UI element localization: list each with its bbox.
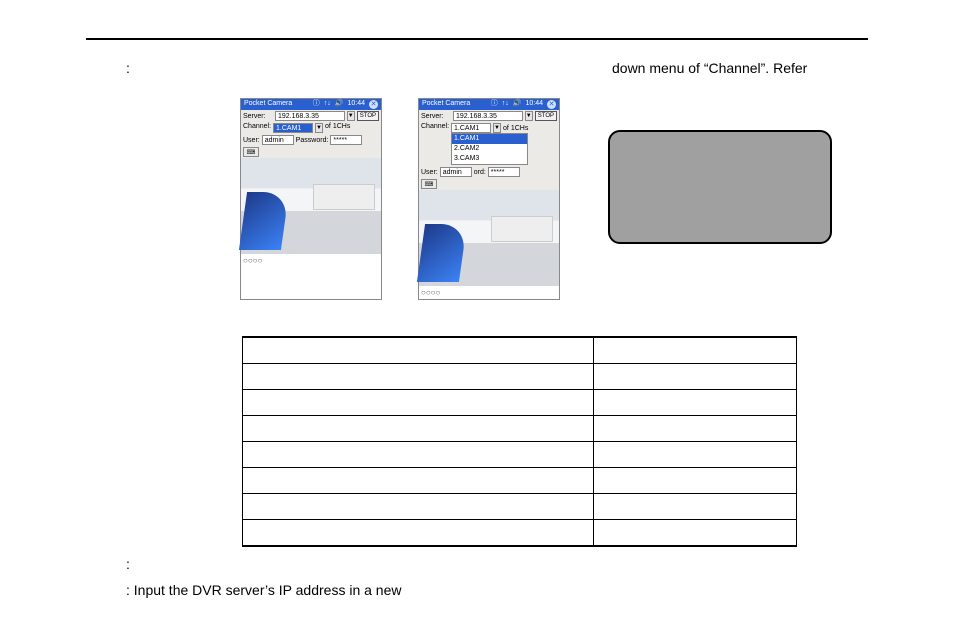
server-label: Server: xyxy=(421,113,451,120)
table-cell xyxy=(594,390,797,416)
video-preview xyxy=(241,158,381,254)
table-row xyxy=(243,494,797,520)
server-input[interactable]: 192.168.3.35 xyxy=(275,111,345,121)
password-label: ord: xyxy=(474,169,486,176)
table-cell xyxy=(243,520,594,546)
table-cell xyxy=(594,416,797,442)
screenshot-row: Pocket Camera ⓘ ↑↓ 🔊 10:44 ✕ Server: 192… xyxy=(240,98,560,300)
channel-row: Channel: 1.CAM1 ▼ of 1CHs xyxy=(241,122,381,134)
password-input[interactable]: ***** xyxy=(330,135,362,145)
video-foreground-object xyxy=(239,192,289,250)
keyboard-row: ⌨ xyxy=(241,146,381,158)
server-input[interactable]: 192.168.3.35 xyxy=(453,111,523,121)
video-foreground-object xyxy=(417,224,467,282)
pager-dots: ○○○○ xyxy=(419,286,559,299)
placeholder-gray-box xyxy=(608,130,832,244)
app-title: Pocket Camera xyxy=(422,100,470,108)
table-cell xyxy=(594,364,797,390)
video-background-shelf xyxy=(491,216,553,242)
table-cell xyxy=(243,390,594,416)
table-cell xyxy=(243,442,594,468)
channel-dropdown-icon[interactable]: ▼ xyxy=(493,123,501,133)
video-background-shelf xyxy=(313,184,375,210)
close-icon[interactable]: ✕ xyxy=(547,100,556,109)
user-row: User: admin ord: ***** xyxy=(419,166,559,178)
clock: 10:44 xyxy=(347,100,365,108)
volume-icon: 🔊 xyxy=(513,100,522,108)
channel-option-3[interactable]: 3.CAM3 xyxy=(452,154,527,164)
close-icon[interactable]: ✕ xyxy=(369,100,378,109)
channel-row-open: Channel: 1.CAM1 ▼ of 1CHs 1.CAM1 2.CAM2 … xyxy=(419,122,559,166)
keyboard-button[interactable]: ⌨ xyxy=(421,179,437,189)
pda-titlebar: Pocket Camera ⓘ ↑↓ 🔊 10:44 ✕ xyxy=(241,99,381,110)
table-row xyxy=(243,338,797,364)
paragraph-fragment-right: down menu of “Channel”. Refer xyxy=(612,60,807,76)
table-row xyxy=(243,364,797,390)
table-cell xyxy=(594,494,797,520)
bluetooth-icon: ⓘ xyxy=(491,100,498,108)
table-cell xyxy=(243,338,594,364)
channel-dropdown-list[interactable]: 1.CAM1 2.CAM2 3.CAM3 xyxy=(451,133,528,165)
table-row xyxy=(243,390,797,416)
leading-colon: : xyxy=(126,60,130,76)
stop-button[interactable]: STOP xyxy=(535,111,557,121)
table-row xyxy=(243,468,797,494)
horizontal-rule xyxy=(86,38,868,40)
user-row: User: admin Password: ***** xyxy=(241,134,381,146)
channel-label: Channel: xyxy=(243,123,271,130)
server-row: Server: 192.168.3.35 ▼ STOP xyxy=(241,110,381,122)
channel-option-1[interactable]: 1.CAM1 xyxy=(452,134,527,144)
user-input[interactable]: admin xyxy=(440,167,472,177)
password-input[interactable]: ***** xyxy=(488,167,520,177)
video-preview xyxy=(419,190,559,286)
table-row xyxy=(243,520,797,546)
channel-option-2[interactable]: 2.CAM2 xyxy=(452,144,527,154)
table-cell xyxy=(594,442,797,468)
bottom-paragraph: : Input the DVR server’s IP address in a… xyxy=(126,582,401,598)
pda-screenshot-open: Pocket Camera ⓘ ↑↓ 🔊 10:44 ✕ Server: 192… xyxy=(418,98,560,300)
signal-icon: ↑↓ xyxy=(502,100,509,108)
pda-screenshot-closed: Pocket Camera ⓘ ↑↓ 🔊 10:44 ✕ Server: 192… xyxy=(240,98,382,300)
channel-suffix: of 1CHs xyxy=(503,125,528,132)
table-cell xyxy=(594,520,797,546)
volume-icon: 🔊 xyxy=(335,100,344,108)
table-row xyxy=(243,416,797,442)
bottom-colon: : xyxy=(126,556,130,572)
server-dropdown-icon[interactable]: ▼ xyxy=(525,111,533,121)
password-label: Password: xyxy=(296,137,329,144)
table-cell xyxy=(243,416,594,442)
stop-button[interactable]: STOP xyxy=(357,111,379,121)
clock: 10:44 xyxy=(525,100,543,108)
server-label: Server: xyxy=(243,113,273,120)
table-cell xyxy=(594,468,797,494)
user-label: User: xyxy=(421,169,438,176)
table-cell xyxy=(243,468,594,494)
signal-icon: ↑↓ xyxy=(324,100,331,108)
server-dropdown-icon[interactable]: ▼ xyxy=(347,111,355,121)
keyboard-row: ⌨ xyxy=(419,178,559,190)
channel-dropdown-icon[interactable]: ▼ xyxy=(315,123,323,133)
channel-suffix: of 1CHs xyxy=(325,123,350,130)
pda-titlebar: Pocket Camera ⓘ ↑↓ 🔊 10:44 ✕ xyxy=(419,99,559,110)
channel-label: Channel: xyxy=(421,123,449,130)
bluetooth-icon: ⓘ xyxy=(313,100,320,108)
table-cell xyxy=(243,364,594,390)
table-cell xyxy=(594,338,797,364)
pager-dots: ○○○○ xyxy=(241,254,381,267)
app-title: Pocket Camera xyxy=(244,100,292,108)
channel-select[interactable]: 1.CAM1 xyxy=(273,123,313,133)
table-row xyxy=(243,442,797,468)
channel-select[interactable]: 1.CAM1 xyxy=(451,123,491,133)
keyboard-button[interactable]: ⌨ xyxy=(243,147,259,157)
user-input[interactable]: admin xyxy=(262,135,294,145)
empty-table xyxy=(242,336,797,547)
server-row: Server: 192.168.3.35 ▼ STOP xyxy=(419,110,559,122)
document-page: : down menu of “Channel”. Refer Pocket C… xyxy=(0,0,954,636)
table-cell xyxy=(243,494,594,520)
user-label: User: xyxy=(243,137,260,144)
